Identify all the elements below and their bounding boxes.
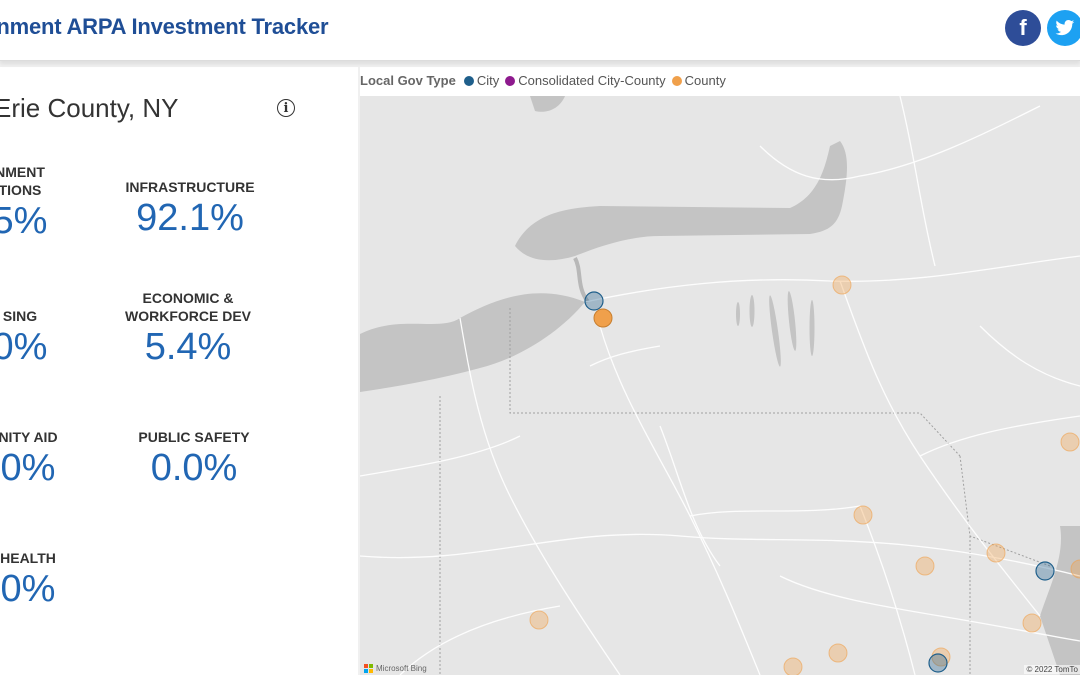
attribution-text: Microsoft Bing [376, 664, 427, 673]
county-marker [915, 556, 935, 576]
metric-value: 5.4% [144, 326, 232, 368]
metric-label: HEALTH [0, 550, 56, 566]
city-dot-icon [463, 75, 474, 86]
metric-government-operations: NMENT TIONS 5% [0, 163, 80, 243]
legend-item-county[interactable]: County [671, 73, 726, 88]
metric-economic-workforce-dev: ECONOMIC & WORKFORCE DEV 5.4% [108, 289, 268, 369]
map[interactable]: Microsoft Bing © 2022 TomTo [360, 96, 1080, 675]
hudson-river [1040, 526, 1080, 675]
metric-label: NITY AID [0, 429, 58, 445]
metric-community-aid: NITY AID 0% [0, 428, 96, 490]
metric-value: 0.0% [150, 447, 238, 489]
consolidated-dot-icon [505, 75, 516, 86]
city-marker-buffalo [584, 291, 604, 311]
metric-value: 0% [0, 447, 56, 489]
lake-erie [360, 293, 585, 392]
page-title: rnment ARPA Investment Tracker [0, 14, 329, 39]
info-icon[interactable]: i [277, 99, 295, 117]
map-legend: Local Gov Type City Consolidated City-Co… [360, 73, 732, 88]
map-panel: Local Gov Type City Consolidated City-Co… [360, 67, 1080, 675]
metric-label: SING [2, 308, 38, 324]
header: rnment ARPA Investment Tracker f [0, 0, 1080, 61]
legend-title: Local Gov Type [360, 73, 456, 88]
county-dot-icon [671, 75, 682, 86]
county-marker [986, 543, 1006, 563]
northern-lake [530, 96, 565, 112]
metric-public-safety: PUBLIC SAFETY 0.0% [114, 428, 274, 490]
map-canvas [360, 96, 1080, 675]
metric-value: 92.1% [136, 197, 244, 239]
legend-label: Consolidated City-County [518, 73, 666, 88]
county-marker [828, 643, 848, 663]
niagara-river [573, 257, 590, 304]
finger-lakes [736, 291, 815, 367]
metric-label: NMENT TIONS [0, 164, 45, 198]
facebook-icon: f [1019, 15, 1027, 40]
map-copyright[interactable]: © 2022 TomTo [1024, 665, 1080, 674]
microsoft-logo-icon [364, 664, 373, 673]
county-marker [1060, 432, 1080, 452]
map-markers [529, 275, 1080, 675]
county-summary-panel: Erie County, NY i NMENT TIONS 5% INFRAST… [0, 67, 358, 675]
county-marker [783, 657, 803, 675]
metric-value: 0% [0, 326, 48, 368]
metric-value: 5% [0, 200, 48, 242]
city-marker [1035, 561, 1055, 581]
county-marker [853, 505, 873, 525]
legend-label: City [476, 73, 500, 88]
metric-label: INFRASTRUCTURE [125, 179, 255, 195]
legend-item-city[interactable]: City [463, 73, 500, 88]
metric-public-health: HEALTH 0% [0, 549, 96, 611]
metric-label: PUBLIC SAFETY [138, 429, 250, 445]
metric-label: ECONOMIC & WORKFORCE DEV [125, 290, 251, 324]
county-marker-erie [593, 308, 613, 328]
metric-housing: SING 0% [0, 307, 80, 369]
county-marker [1022, 613, 1042, 633]
county-marker [832, 275, 852, 295]
roads [360, 96, 1080, 675]
metric-value: 0% [0, 568, 56, 610]
county-marker [529, 610, 549, 630]
lake-ontario [515, 141, 847, 261]
twitter-share-button[interactable] [1047, 10, 1080, 46]
county-name: Erie County, NY [0, 93, 179, 123]
city-marker [928, 653, 948, 673]
metric-infrastructure: INFRASTRUCTURE 92.1% [110, 178, 270, 240]
bing-attribution[interactable]: Microsoft Bing [364, 664, 427, 673]
legend-label: County [684, 73, 726, 88]
legend-item-consolidated[interactable]: Consolidated City-County [505, 73, 666, 88]
facebook-share-button[interactable]: f [1005, 10, 1041, 46]
twitter-bird-icon [1055, 20, 1075, 36]
